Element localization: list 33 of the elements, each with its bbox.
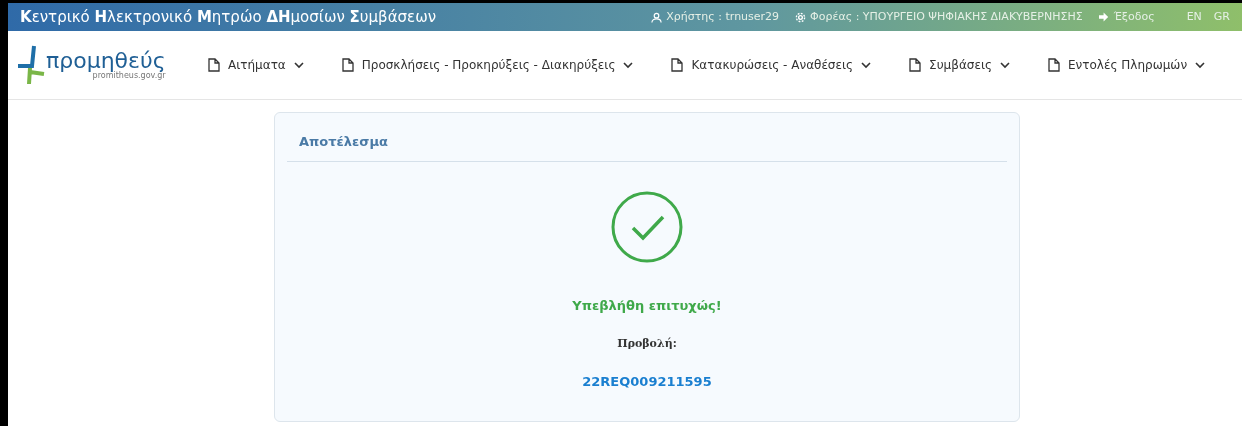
- logo-url: promitheus.gov.gr: [92, 72, 166, 80]
- nav-menu[interactable]: Συμβάσεις: [909, 56, 1010, 74]
- document-icon: [1048, 58, 1060, 72]
- nav-label: Συμβάσεις: [929, 57, 992, 74]
- gear-icon: [795, 11, 807, 23]
- document-icon: [671, 58, 684, 72]
- chevron-down-icon: [293, 61, 304, 69]
- success-message: Υπεβλήθη επιτυχώς!: [572, 297, 722, 315]
- chevron-down-icon: [623, 61, 634, 69]
- logout-icon: [1098, 12, 1110, 22]
- chevron-down-icon: [1195, 61, 1206, 69]
- view-label: Προβολή:: [617, 335, 677, 352]
- document-icon: [341, 58, 354, 72]
- chevron-down-icon: [1000, 61, 1010, 69]
- nav-label: Αιτήματα: [228, 57, 286, 74]
- logo-name: προμηθεύς: [46, 50, 166, 72]
- user-label: Χρήστης : trnuser29: [666, 8, 780, 25]
- chevron-down-icon: [861, 61, 872, 69]
- nav-menu[interactable]: Προσκλήσεις - Προκηρύξεις - Διακηρύξεις: [341, 56, 634, 74]
- nav-menu[interactable]: Εντολές Πληρωμών: [1048, 56, 1206, 74]
- nav-label: Προσκλήσεις - Προκηρύξεις - Διακηρύξεις: [361, 57, 616, 74]
- success-check-icon: [610, 190, 684, 264]
- document-icon: [909, 58, 922, 72]
- user-icon: [651, 11, 663, 23]
- nav-menu[interactable]: Αιτήματα: [208, 56, 304, 74]
- card-title: Αποτέλεσμα: [299, 134, 388, 149]
- nav-label: Κατακυρώσεις - Αναθέσεις: [691, 57, 854, 74]
- document-icon: [208, 58, 220, 72]
- nav-menu[interactable]: Κατακυρώσεις - Αναθέσεις: [671, 56, 872, 74]
- nav-label: Εντολές Πληρωμών: [1068, 57, 1188, 74]
- reference-link[interactable]: 22REQ009211595: [582, 372, 712, 392]
- organization-label: Φορέας : ΥΠΟΥΡΓΕΙΟ ΨΗΦΙΑΚΗΣ ΔΙΑΚΥΒΕΡΝΗΣΗΣ: [810, 8, 1083, 25]
- site-title: Κεντρικό Ηλεκτρονικό Μητρώο ΔΗμοσίων Συμβάσεων: [20, 6, 437, 28]
